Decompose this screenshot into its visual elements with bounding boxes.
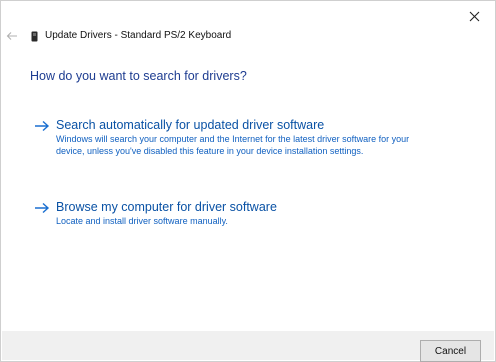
dialog-footer: Cancel xyxy=(2,331,494,362)
browse-computer-title: Browse my computer for driver software xyxy=(56,200,277,214)
title-bar: Update Drivers - Standard PS/2 Keyboard xyxy=(1,25,495,47)
search-automatically-option[interactable]: Search automatically for updated driver … xyxy=(34,118,474,174)
arrow-right-icon xyxy=(35,202,50,214)
browse-computer-option[interactable]: Browse my computer for driver software L… xyxy=(34,200,474,234)
page-heading: How do you want to search for drivers? xyxy=(30,69,247,83)
back-button[interactable] xyxy=(5,29,19,43)
browse-computer-description: Locate and install driver software manua… xyxy=(56,216,228,226)
close-button[interactable] xyxy=(465,7,483,25)
window-title: Update Drivers - Standard PS/2 Keyboard xyxy=(45,30,232,41)
arrow-right-icon xyxy=(35,120,50,132)
cancel-button[interactable]: Cancel xyxy=(420,340,481,362)
search-automatically-title: Search automatically for updated driver … xyxy=(56,118,325,132)
keyboard-device-icon xyxy=(30,31,38,42)
search-automatically-description: Windows will search your computer and th… xyxy=(56,134,410,156)
update-drivers-dialog: Update Drivers - Standard PS/2 Keyboard … xyxy=(0,0,496,362)
back-arrow-icon xyxy=(6,32,17,40)
close-icon xyxy=(469,11,479,21)
